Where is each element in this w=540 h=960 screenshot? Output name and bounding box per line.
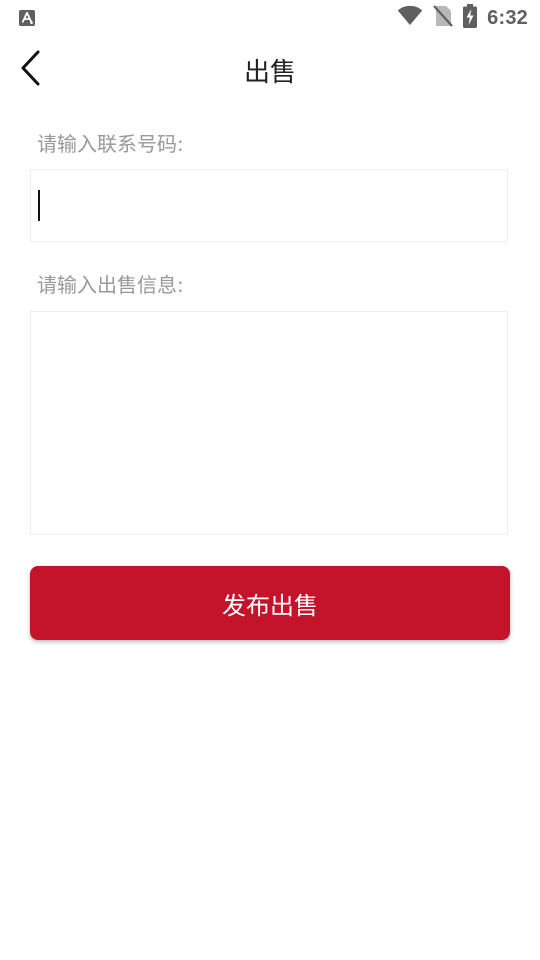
header: 出售 [0, 36, 540, 102]
phone-input[interactable] [30, 169, 508, 242]
info-label: 请输入出售信息: [37, 273, 184, 297]
no-sim-icon [433, 5, 453, 31]
publish-sale-button[interactable]: 发布出售 [30, 566, 510, 640]
wifi-icon [397, 5, 423, 31]
status-time: 6:32 [487, 6, 528, 29]
text-cursor [38, 190, 40, 221]
page-title: 出售 [243, 58, 296, 88]
status-icons: 6:32 [397, 4, 528, 32]
battery-charging-icon [463, 4, 478, 32]
screen: 6:32 出售 请输入联系号码: 请输入出售信息: 发布出售 [0, 0, 540, 960]
status-bar: 6:32 [0, 0, 540, 36]
info-textarea[interactable] [30, 311, 508, 535]
text-a-icon [18, 9, 36, 27]
phone-label: 请输入联系号码: [37, 132, 184, 156]
